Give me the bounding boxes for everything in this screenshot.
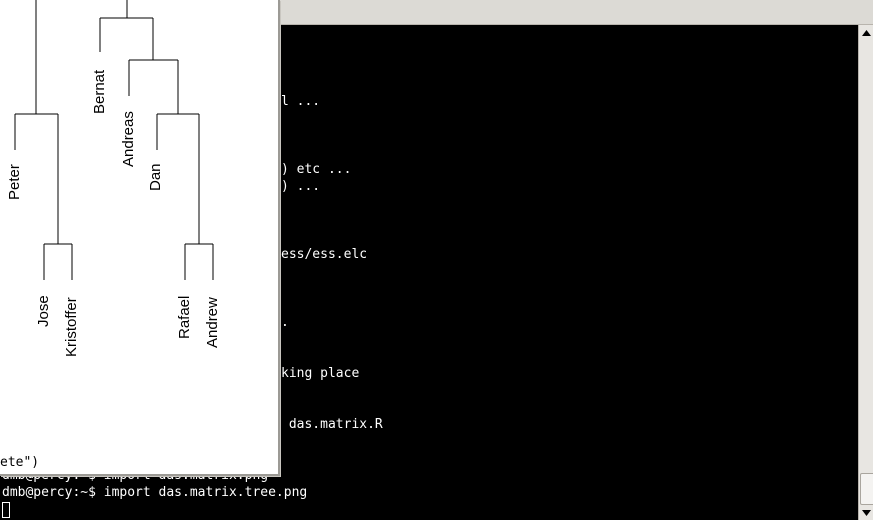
terminal-line: . bbox=[281, 315, 289, 330]
terminal-line: king place bbox=[281, 366, 360, 381]
terminal-line: ) etc ... bbox=[281, 162, 352, 177]
terminal-line: l ... bbox=[281, 94, 321, 109]
terminal-line: ess/ess.elc bbox=[281, 247, 368, 262]
leaf-label: Dan bbox=[147, 163, 164, 191]
plot-window[interactable]: Peter Jose Kristoffer Bernat Andreas Dan… bbox=[0, 0, 280, 476]
arrow-down-icon bbox=[862, 509, 871, 516]
arrow-up-icon bbox=[862, 29, 871, 36]
leaf-label: Bernat bbox=[91, 69, 108, 114]
terminal-line: ) ... bbox=[281, 179, 321, 194]
scroll-up-button[interactable] bbox=[859, 25, 873, 40]
leaf-label: Kristoffer bbox=[63, 297, 80, 357]
terminal-line: das.matrix.R bbox=[281, 417, 383, 432]
leaf-label: Andreas bbox=[120, 111, 137, 167]
scroll-down-button[interactable] bbox=[859, 505, 873, 520]
plot-caption: ete") bbox=[0, 455, 40, 470]
terminal-prompt-line: dmb@percy:~$ import das.matrix.tree.png bbox=[2, 485, 308, 500]
scrollbar-thumb[interactable] bbox=[860, 473, 873, 505]
terminal-scrollbar[interactable] bbox=[858, 25, 873, 520]
dendrogram: Peter Jose Kristoffer Bernat Andreas Dan… bbox=[6, 0, 221, 357]
leaf-label: Rafael bbox=[176, 296, 193, 339]
leaf-label: Andrew bbox=[204, 297, 221, 348]
leaf-label: Peter bbox=[6, 164, 23, 200]
terminal-cursor bbox=[2, 502, 10, 518]
leaf-label: Jose bbox=[35, 295, 52, 327]
